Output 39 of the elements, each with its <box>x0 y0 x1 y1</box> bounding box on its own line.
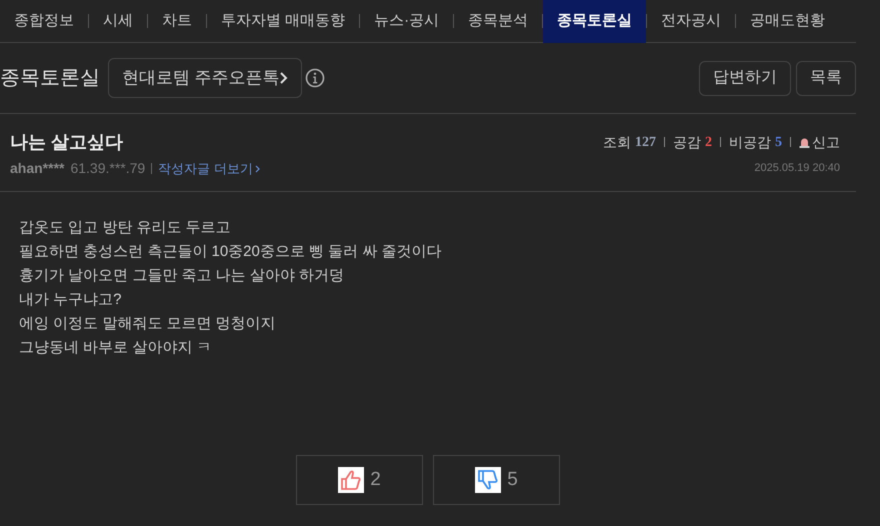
post-title: 나는 살고싶다 <box>10 131 124 154</box>
author-posts-link[interactable]: 작성자글 더보기 <box>158 158 260 178</box>
thumbs-up-icon <box>338 467 364 493</box>
nav-tab[interactable]: 차트 <box>148 0 206 42</box>
body-text-line: 내가 누구냐고? <box>19 290 123 310</box>
body-text-line: 필요하면 충성스런 측근들이 10중20중으로 삥 둘러 싸 줄것이다 <box>19 242 443 262</box>
nav-tab[interactable]: 전자공시 <box>647 0 736 42</box>
chevron-icon <box>254 164 260 172</box>
post-date: 2025.05.19 20:40 <box>754 161 840 176</box>
stat-count: 2 <box>705 134 712 152</box>
nav-tab[interactable]: 투자자별 매매동향 <box>207 0 360 42</box>
page-title: 종목토론실 <box>0 66 100 91</box>
reply-button[interactable]: 답변하기 <box>699 60 791 96</box>
stat-label: 공감 <box>673 132 701 152</box>
stat-count: 127 <box>635 134 656 152</box>
body-text-line: 에잉 이정도 말해줘도 모르면 멍청이지 <box>19 314 277 334</box>
board-link[interactable]: 현대로템 주주오픈톡 <box>108 58 302 98</box>
nav-tab[interactable]: 뉴스·공시 <box>360 0 454 42</box>
nav-tab[interactable]: 공매도현황 <box>736 0 840 42</box>
report-link[interactable]: 신고 <box>812 132 840 152</box>
body-text-line: 흉기가 날아오면 그들만 죽고 나는 살아야 하거덩 <box>19 266 346 286</box>
stat-label: 조회 <box>603 132 631 152</box>
like-button[interactable]: 2 <box>296 455 423 505</box>
info-icon[interactable] <box>304 68 325 88</box>
dislike-button[interactable]: 5 <box>433 455 560 505</box>
author-name: ahan**** <box>10 159 64 178</box>
body-text-line: 갑옷도 입고 방탄 유리도 두르고 <box>19 218 232 238</box>
nav-tab[interactable]: 종목분석 <box>454 0 542 42</box>
nav-tab[interactable]: 종목토론실 <box>543 0 646 42</box>
nav-tab[interactable]: 시세 <box>89 0 147 42</box>
stat-count: 5 <box>775 134 782 152</box>
list-button[interactable]: 목록 <box>796 60 856 96</box>
body-text-line: 그냥동네 바부로 살아야지 ㅋ <box>19 338 213 358</box>
nav-tab[interactable]: 종합정보 <box>0 0 88 42</box>
thumbs-down-icon <box>475 467 502 493</box>
ip-address: 61.39.***.79 <box>70 159 146 178</box>
siren-icon <box>799 136 810 148</box>
stat-label: 비공감 <box>729 132 771 152</box>
chevron-icon <box>280 72 288 84</box>
